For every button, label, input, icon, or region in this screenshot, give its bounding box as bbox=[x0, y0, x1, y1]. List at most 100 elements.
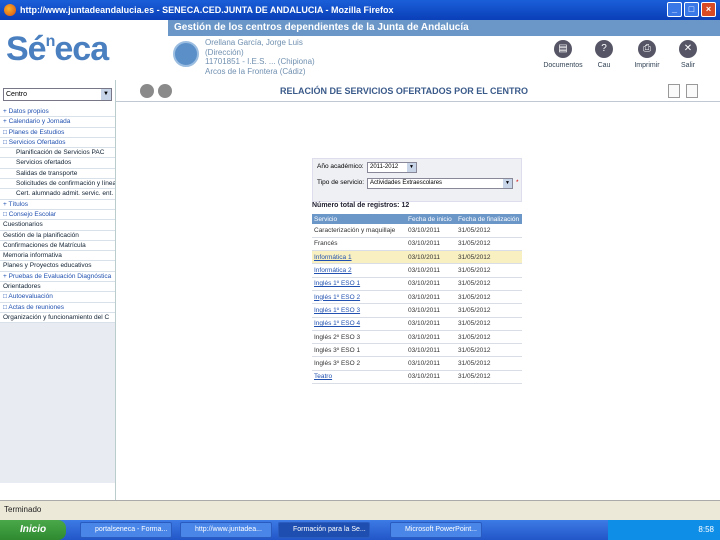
table-row[interactable]: Caracterización y maquillaje 03/10/2011 31… bbox=[312, 224, 522, 238]
main-content: RELACIÓN DE SERVICIOS OFERTADOS POR EL C… bbox=[116, 80, 720, 500]
service-cell[interactable]: Teatro bbox=[312, 370, 406, 385]
sidebar-menu: + Datos propios + Calendario y Jornada □ P… bbox=[0, 107, 115, 324]
help-icon: ? bbox=[595, 40, 613, 58]
column-header[interactable]: Fecha de inicio bbox=[406, 214, 456, 224]
taskbar-item[interactable]: Formación para la Se... bbox=[278, 522, 370, 538]
sidebar-item[interactable]: Memoria informativa bbox=[0, 251, 115, 262]
header-title: Gestión de los centros dependientes de l… bbox=[168, 20, 720, 36]
sidebar-item[interactable]: □ Actas de reuniones bbox=[0, 303, 115, 313]
sidebar-item[interactable]: Orientadores bbox=[0, 282, 115, 293]
sidebar-item[interactable]: □ Servicios Ofertados bbox=[0, 138, 115, 149]
sidebar-item[interactable]: □ Planes de Estudios bbox=[0, 128, 115, 138]
filter-form: Año académico: 2011-2012 ▼ Tipo de servi… bbox=[312, 158, 522, 202]
start-date-cell: 03/10/2011 bbox=[406, 224, 456, 238]
sidebar-item[interactable]: Organización y funcionamiento del C bbox=[0, 313, 115, 324]
table-row[interactable]: Informática 1 03/10/2011 31/05/2012 bbox=[312, 250, 522, 265]
user-info: Orellana García, Jorge Luis (Dirección) … bbox=[205, 38, 315, 76]
year-select[interactable]: 2011-2012 ▼ bbox=[367, 162, 417, 173]
sidebar-item[interactable]: Confirmaciones de Matrícula bbox=[0, 241, 115, 252]
start-date-cell: 03/10/2011 bbox=[406, 356, 456, 371]
sidebar-item[interactable]: Planes y Proyectos educativos bbox=[0, 261, 115, 272]
documents-icon: ▤ bbox=[554, 40, 572, 58]
sidebar-item[interactable]: Gestión de la planificación bbox=[0, 231, 115, 241]
chevron-down-icon: ▼ bbox=[407, 163, 416, 172]
taskbar-item[interactable]: portalseneca - Forma... bbox=[80, 522, 172, 538]
taskbar: Inicio portalseneca - Forma... http://ww… bbox=[0, 520, 720, 540]
exit-button[interactable]: ✕ Salir bbox=[668, 40, 708, 69]
system-tray: 8:58 bbox=[608, 520, 720, 540]
maximize-button[interactable]: □ bbox=[684, 2, 699, 17]
column-header[interactable]: Servicio bbox=[312, 214, 406, 224]
close-window-button[interactable]: × bbox=[701, 2, 716, 17]
end-date-cell: 31/05/2012 bbox=[456, 330, 522, 345]
table-row[interactable]: Inglés 3º ESO 1 03/10/2011 31/05/2012 bbox=[312, 343, 522, 358]
sidebar-item[interactable]: + Datos propios bbox=[0, 107, 115, 118]
sidebar-item[interactable]: □ Autoevaluación bbox=[0, 292, 115, 303]
service-cell[interactable]: Inglés 1º ESO 3 bbox=[312, 303, 406, 318]
service-cell[interactable]: Inglés 1º ESO 1 bbox=[312, 277, 406, 291]
service-cell[interactable]: Informática 1 bbox=[312, 250, 406, 265]
end-date-cell: 31/05/2012 bbox=[456, 237, 522, 252]
sidebar-item[interactable]: Planificación de Servicios PAC bbox=[0, 148, 115, 159]
page-icon[interactable] bbox=[686, 84, 698, 98]
documents-button[interactable]: ▤ Documentos bbox=[543, 40, 583, 69]
taskbar-item[interactable]: http://www.juntadea... bbox=[180, 522, 272, 538]
chevron-down-icon: ▼ bbox=[101, 89, 111, 100]
table-row[interactable]: Inglés 1º ESO 1 03/10/2011 31/05/2012 bbox=[312, 277, 522, 291]
user-location: Arcos de la Frontera (Cádiz) bbox=[205, 66, 306, 76]
sidebar-item[interactable]: + Títulos bbox=[0, 200, 115, 210]
start-button[interactable]: Inicio bbox=[0, 520, 66, 540]
minimize-button[interactable]: _ bbox=[667, 2, 682, 17]
firefox-icon bbox=[4, 4, 16, 16]
column-header[interactable]: Fecha de finalización bbox=[456, 214, 522, 224]
service-cell: Francés bbox=[312, 237, 406, 252]
end-date-cell: 31/05/2012 bbox=[456, 263, 522, 278]
start-date-cell: 03/10/2011 bbox=[406, 343, 456, 358]
end-date-cell: 31/05/2012 bbox=[456, 277, 522, 291]
table-row[interactable]: Francés 03/10/2011 31/05/2012 bbox=[312, 237, 522, 252]
sidebar-item[interactable]: Cert. alumnado admit. servic. ent. bbox=[0, 189, 115, 200]
table-row[interactable]: Teatro 03/10/2011 31/05/2012 bbox=[312, 370, 522, 385]
sidebar-item[interactable]: Salidas de transporte bbox=[0, 169, 115, 180]
document-icon[interactable] bbox=[668, 84, 680, 98]
sidebar-item[interactable]: Solicitudes de confirmación y línea bbox=[0, 179, 115, 190]
print-button[interactable]: ⎙ Imprimir bbox=[627, 40, 667, 69]
user-name: Orellana García, Jorge Luis bbox=[205, 38, 303, 47]
start-date-cell: 03/10/2011 bbox=[406, 277, 456, 291]
service-cell[interactable]: Inglés 1º ESO 2 bbox=[312, 290, 406, 305]
sidebar-item[interactable]: Servicios ofertados bbox=[0, 158, 115, 169]
end-date-cell: 31/05/2012 bbox=[456, 343, 522, 358]
start-date-cell: 03/10/2011 bbox=[406, 317, 456, 331]
start-date-cell: 03/10/2011 bbox=[406, 370, 456, 385]
sidebar-item[interactable]: + Pruebas de Evaluación Diagnóstica bbox=[0, 272, 115, 283]
taskbar-item[interactable]: Microsoft PowerPoint... bbox=[390, 522, 482, 538]
end-date-cell: 31/05/2012 bbox=[456, 250, 522, 265]
service-cell[interactable]: Inglés 1º ESO 4 bbox=[312, 317, 406, 331]
cau-button[interactable]: ? Cau bbox=[584, 40, 624, 69]
service-cell[interactable]: Informática 2 bbox=[312, 263, 406, 278]
required-mark: * bbox=[516, 179, 519, 186]
table-row[interactable]: Inglés 2º ESO 3 03/10/2011 31/05/2012 bbox=[312, 330, 522, 345]
start-date-cell: 03/10/2011 bbox=[406, 290, 456, 305]
end-date-cell: 31/05/2012 bbox=[456, 290, 522, 305]
sidebar-item[interactable]: + Calendario y Jornada bbox=[0, 117, 115, 128]
end-date-cell: 31/05/2012 bbox=[456, 224, 522, 238]
seneca-logo: Séneca bbox=[6, 30, 109, 68]
service-cell: Inglés 2º ESO 3 bbox=[312, 330, 406, 345]
table-row[interactable]: Inglés 3º ESO 2 03/10/2011 31/05/2012 bbox=[312, 356, 522, 371]
table-row[interactable]: Inglés 1º ESO 3 03/10/2011 31/05/2012 bbox=[312, 303, 522, 318]
service-type-select[interactable]: Actividades Extraescolares ▼ bbox=[367, 178, 513, 189]
clock: 8:58 bbox=[698, 525, 714, 534]
service-type-label: Tipo de servicio: bbox=[317, 179, 365, 186]
table-row[interactable]: Inglés 1º ESO 2 03/10/2011 31/05/2012 bbox=[312, 290, 522, 305]
table-row[interactable]: Informática 2 03/10/2011 31/05/2012 bbox=[312, 263, 522, 278]
start-date-cell: 03/10/2011 bbox=[406, 250, 456, 265]
refresh-icon[interactable] bbox=[158, 84, 172, 98]
service-cell: Inglés 3º ESO 2 bbox=[312, 356, 406, 371]
user-avatar-icon[interactable] bbox=[173, 41, 199, 67]
profile-select[interactable]: Centro ▼ bbox=[3, 88, 112, 101]
table-row[interactable]: Inglés 1º ESO 4 03/10/2011 31/05/2012 bbox=[312, 317, 522, 331]
sidebar-item[interactable]: Cuestionarios bbox=[0, 220, 115, 231]
sidebar-item[interactable]: □ Consejo Escolar bbox=[0, 210, 115, 221]
back-icon[interactable] bbox=[140, 84, 154, 98]
